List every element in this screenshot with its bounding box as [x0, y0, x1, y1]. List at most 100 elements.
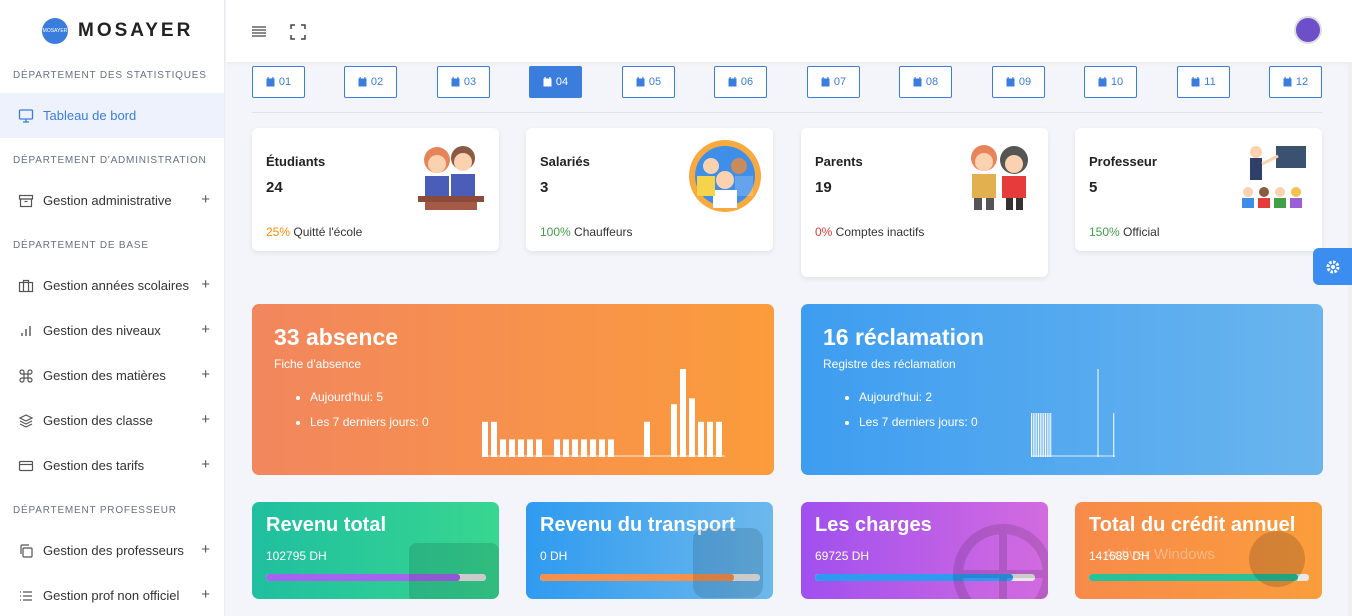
expand-plus-icon[interactable]: +	[201, 276, 210, 293]
month-label: 04	[555, 76, 569, 88]
sparkline-bar	[581, 439, 587, 457]
month-button-10[interactable]: 10	[1084, 66, 1137, 98]
sparkline-bar	[1039, 413, 1041, 457]
expand-plus-icon[interactable]: +	[201, 586, 210, 603]
calendar-icon	[543, 77, 552, 87]
expand-plus-icon[interactable]: +	[201, 456, 210, 473]
stat-footer-text: Chauffeurs	[570, 225, 633, 239]
sparkline-bar	[500, 439, 506, 457]
copy-icon	[18, 543, 34, 559]
brand-logo: MOSAYER	[42, 18, 68, 44]
command-icon	[18, 368, 34, 384]
month-label: 01	[278, 76, 292, 88]
sidebar-item-label: Gestion des tarifs	[43, 458, 145, 473]
sparkline-bar	[599, 439, 605, 457]
sparkline-bar	[1046, 413, 1048, 457]
sparkline-bar	[1045, 413, 1046, 457]
month-button-09[interactable]: 09	[992, 66, 1045, 98]
sparkline-bar	[1043, 413, 1045, 457]
sparkline-bar	[680, 369, 686, 457]
stat-footer-text: Comptes inactifs	[832, 225, 925, 239]
sidebar-item-matieres[interactable]: Gestion des matières +	[0, 353, 224, 398]
stat-card-etudiants: Étudiants 24 25% Quitté l'école	[252, 128, 499, 251]
sparkline-bar	[509, 439, 515, 457]
sparkline-bar	[536, 439, 542, 457]
stat-footer: 0% Comptes inactifs	[815, 220, 955, 245]
expand-plus-icon[interactable]: +	[201, 191, 210, 208]
brand-name: MOSAYER	[78, 20, 194, 41]
sparkline-bar	[1032, 413, 1034, 457]
sidebar-item-classe[interactable]: Gestion des classe +	[0, 398, 224, 443]
sparkline-bar	[1113, 413, 1115, 457]
sparkline-bar	[698, 421, 704, 457]
absence-title: 33 absence	[274, 324, 399, 350]
month-button-08[interactable]: 08	[899, 66, 952, 98]
sparkline-bar	[527, 439, 533, 457]
sparkline-bar	[1097, 369, 1099, 457]
archive-icon	[18, 193, 34, 209]
sparkline-bar	[554, 439, 560, 457]
list-icon	[18, 588, 34, 604]
sparkline-bar	[689, 398, 695, 457]
month-label: 10	[1110, 76, 1124, 88]
calendar-icon	[358, 77, 367, 87]
calendar-icon	[636, 77, 645, 87]
brand-logo-text: MOSAYER	[42, 28, 68, 34]
credit-card-icon	[18, 458, 34, 474]
revenue-total-card: Revenu total 102795 DH	[252, 502, 499, 599]
expand-plus-icon[interactable]: +	[201, 541, 210, 558]
calendar-icon	[913, 77, 922, 87]
employees-illustration-icon	[689, 140, 761, 212]
sidebar-item-tableau-de-bord[interactable]: Tableau de bord	[0, 93, 224, 138]
expand-plus-icon[interactable]: +	[201, 321, 210, 338]
sidebar-item-annees-scolaires[interactable]: Gestion années scolaires +	[0, 263, 224, 308]
sparkline-bar	[572, 439, 578, 457]
briefcase-icon	[18, 278, 34, 294]
month-button-04[interactable]: 04	[529, 66, 582, 98]
sidebar-item-tarifs[interactable]: Gestion des tarifs +	[0, 443, 224, 488]
sidebar-item-prof-non-officiel[interactable]: Gestion prof non officiel +	[0, 573, 224, 616]
calendar-icon	[821, 77, 830, 87]
sidebar-item-niveaux[interactable]: Gestion des niveaux +	[0, 308, 224, 353]
scrollbar[interactable]	[1348, 62, 1352, 616]
month-button-11[interactable]: 11	[1177, 66, 1230, 98]
calendar-icon	[1191, 77, 1200, 87]
gear-icon	[1326, 260, 1339, 273]
month-button-02[interactable]: 02	[344, 66, 397, 98]
month-button-12[interactable]: 12	[1269, 66, 1322, 98]
settings-gear-button[interactable]	[1313, 248, 1352, 285]
fullscreen-icon[interactable]	[290, 24, 306, 40]
stat-percent: 150%	[1089, 225, 1120, 239]
month-label: 05	[648, 76, 662, 88]
brand[interactable]: MOSAYER MOSAYER	[0, 0, 224, 62]
expand-plus-icon[interactable]: +	[201, 411, 210, 428]
user-avatar[interactable]	[1294, 16, 1322, 44]
expand-plus-icon[interactable]: +	[201, 366, 210, 383]
app: MOSAYER MOSAYER DÉPARTEMENT DES STATISTI…	[0, 0, 1352, 616]
stat-card-salaries: Salariés 3 100% Chauffeurs	[526, 128, 773, 251]
hamburger-menu-icon[interactable]	[250, 22, 268, 40]
sidebar-item-professeurs[interactable]: Gestion des professeurs +	[0, 528, 224, 573]
sparkline-bar	[1031, 413, 1032, 457]
month-button-03[interactable]: 03	[437, 66, 490, 98]
award-icon	[1249, 531, 1305, 587]
sparkline-bar	[1036, 413, 1038, 457]
month-label: 09	[1018, 76, 1032, 88]
teacher-illustration-icon	[1238, 140, 1310, 212]
sparkline-bar	[671, 404, 677, 457]
month-button-01[interactable]: 01	[252, 66, 305, 98]
sparkline-bar	[608, 439, 614, 457]
sidebar-item-label: Gestion des matières	[43, 368, 166, 383]
section-title-administration: DÉPARTEMENT D'ADMINISTRATION	[13, 155, 207, 166]
stat-card-parents: Parents 19 0% Comptes inactifs	[801, 128, 1048, 277]
month-button-06[interactable]: 06	[714, 66, 767, 98]
month-button-07[interactable]: 07	[807, 66, 860, 98]
stat-percent: 100%	[540, 225, 571, 239]
absence-sparkline	[482, 369, 725, 457]
stat-footer: 25% Quitté l'école	[266, 220, 406, 245]
month-button-05[interactable]: 05	[622, 66, 675, 98]
sidebar-item-gestion-administrative[interactable]: Gestion administrative +	[0, 178, 224, 223]
absence-panel: 33 absence Fiche d'absence Aujourd'hui: …	[252, 304, 774, 475]
calendar-icon	[1006, 77, 1015, 87]
sidebar: MOSAYER MOSAYER DÉPARTEMENT DES STATISTI…	[0, 0, 225, 616]
